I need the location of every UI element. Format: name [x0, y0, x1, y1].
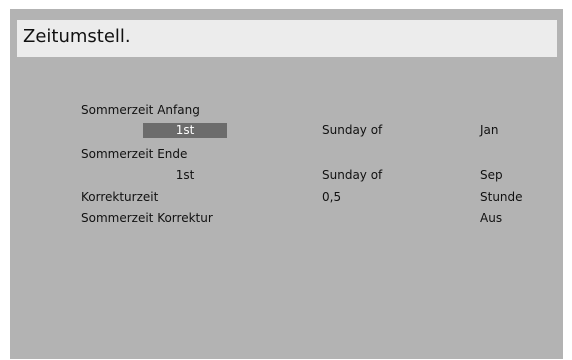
dst-correction-label: Sommerzeit Korrektur: [81, 211, 213, 225]
dst-start-month-value[interactable]: Jan: [480, 122, 499, 138]
menu-row-correction-time[interactable]: Korrekturzeit 0,5 Stunde: [10, 187, 563, 208]
dst-correction-value[interactable]: Aus: [480, 210, 502, 226]
menu-row-dst-start-values[interactable]: 1st Sunday of Jan: [10, 120, 563, 141]
menu-row-dst-start[interactable]: Sommerzeit Anfang: [10, 100, 563, 121]
menu-row-dst-end[interactable]: Sommerzeit Ende: [10, 144, 563, 165]
settings-panel: Zeitumstell. Sommerzeit Anfang 1st Sunda…: [10, 9, 563, 359]
dst-start-week-selector[interactable]: 1st: [143, 123, 227, 138]
menu-header: Zeitumstell.: [17, 20, 557, 57]
correction-time-label: Korrekturzeit: [81, 190, 159, 204]
correction-time-value[interactable]: 0,5: [322, 189, 341, 205]
menu-title: Zeitumstell.: [23, 26, 131, 47]
menu-row-dst-end-values[interactable]: 1st Sunday of Sep: [10, 165, 563, 186]
dst-start-label: Sommerzeit Anfang: [81, 103, 200, 117]
dst-end-day-value[interactable]: Sunday of: [322, 167, 382, 183]
dst-start-day-value[interactable]: Sunday of: [322, 122, 382, 138]
dst-end-month-value[interactable]: Sep: [480, 167, 503, 183]
dst-end-week-selector[interactable]: 1st: [143, 167, 227, 183]
menu-row-dst-correction[interactable]: Sommerzeit Korrektur Aus: [10, 208, 563, 229]
dst-end-label: Sommerzeit Ende: [81, 147, 188, 161]
correction-time-unit: Stunde: [480, 190, 523, 204]
